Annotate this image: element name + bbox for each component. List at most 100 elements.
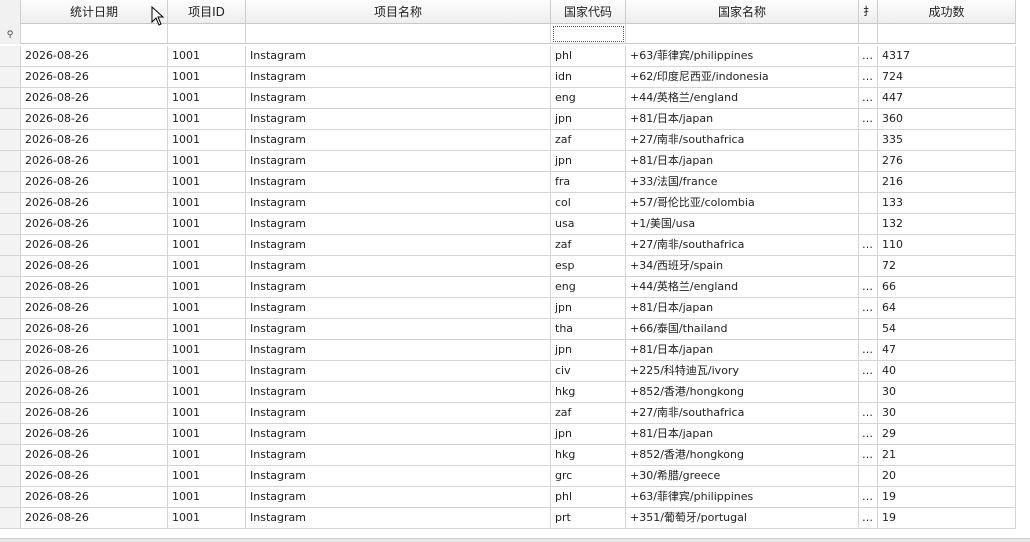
- cell-date[interactable]: 2026-08-26: [21, 382, 168, 403]
- cell-country-name[interactable]: +852/香港/hongkong: [626, 445, 859, 466]
- filter-cell-truncated[interactable]: [859, 24, 878, 44]
- cell-project-name[interactable]: Instagram: [246, 46, 551, 67]
- cell-success-count[interactable]: 64: [878, 298, 1016, 319]
- cell-project-name[interactable]: Instagram: [246, 172, 551, 193]
- cell-truncated[interactable]: [859, 466, 878, 487]
- cell-country-name[interactable]: +27/南非/southafrica: [626, 403, 859, 424]
- cell-project-id[interactable]: 1001: [168, 403, 246, 424]
- cell-truncated[interactable]: …: [859, 508, 878, 529]
- cell-project-name[interactable]: Instagram: [246, 445, 551, 466]
- cell-project-name[interactable]: Instagram: [246, 424, 551, 445]
- cell-truncated[interactable]: …: [859, 403, 878, 424]
- cell-country-name[interactable]: +63/菲律宾/philippines: [626, 487, 859, 508]
- cell-success-count[interactable]: 30: [878, 382, 1016, 403]
- table-row[interactable]: 2026-08-26 1001 Instagram tha +66/泰国/thailan…: [0, 319, 1016, 340]
- cell-truncated[interactable]: …: [859, 46, 878, 67]
- cell-truncated[interactable]: …: [859, 424, 878, 445]
- cell-country-code[interactable]: esp: [551, 256, 626, 277]
- row-indicator[interactable]: [0, 256, 21, 277]
- cell-country-name[interactable]: +27/南非/southafrica: [626, 235, 859, 256]
- cell-project-id[interactable]: 1001: [168, 67, 246, 88]
- cell-date[interactable]: 2026-08-26: [21, 172, 168, 193]
- table-row[interactable]: 2026-08-26 1001 Instagram usa +1/美国/usa 132: [0, 214, 1016, 235]
- cell-truncated[interactable]: [859, 172, 878, 193]
- table-row[interactable]: 2026-08-26 1001 Instagram phl +63/菲律宾/philip…: [0, 487, 1016, 508]
- cell-date[interactable]: 2026-08-26: [21, 298, 168, 319]
- column-header-success-count[interactable]: 成功数: [878, 0, 1016, 24]
- cell-project-name[interactable]: Instagram: [246, 151, 551, 172]
- cell-truncated[interactable]: [859, 193, 878, 214]
- cell-country-name[interactable]: +30/希腊/greece: [626, 466, 859, 487]
- cell-project-id[interactable]: 1001: [168, 466, 246, 487]
- cell-project-id[interactable]: 1001: [168, 382, 246, 403]
- cell-date[interactable]: 2026-08-26: [21, 256, 168, 277]
- row-indicator[interactable]: [0, 340, 21, 361]
- cell-truncated[interactable]: [859, 256, 878, 277]
- cell-country-code[interactable]: usa: [551, 214, 626, 235]
- cell-country-code[interactable]: zaf: [551, 130, 626, 151]
- row-indicator-header[interactable]: [0, 0, 21, 24]
- cell-country-code[interactable]: jpn: [551, 298, 626, 319]
- cell-project-id[interactable]: 1001: [168, 256, 246, 277]
- cell-country-name[interactable]: +1/美国/usa: [626, 214, 859, 235]
- table-row[interactable]: 2026-08-26 1001 Instagram zaf +27/南非/southaf…: [0, 235, 1016, 256]
- cell-country-name[interactable]: +351/葡萄牙/portugal: [626, 508, 859, 529]
- row-indicator[interactable]: [0, 319, 21, 340]
- cell-truncated[interactable]: …: [859, 109, 878, 130]
- cell-country-code[interactable]: zaf: [551, 235, 626, 256]
- row-indicator[interactable]: [0, 67, 21, 88]
- cell-truncated[interactable]: …: [859, 277, 878, 298]
- cell-truncated[interactable]: [859, 319, 878, 340]
- cell-project-id[interactable]: 1001: [168, 109, 246, 130]
- cell-date[interactable]: 2026-08-26: [21, 235, 168, 256]
- table-row[interactable]: 2026-08-26 1001 Instagram idn +62/印度尼西亚/indo…: [0, 67, 1016, 88]
- cell-project-id[interactable]: 1001: [168, 319, 246, 340]
- filter-cell-country-code[interactable]: [551, 24, 626, 44]
- cell-success-count[interactable]: 216: [878, 172, 1016, 193]
- column-header-date[interactable]: 统计日期: [21, 0, 168, 24]
- cell-success-count[interactable]: 360: [878, 109, 1016, 130]
- row-indicator[interactable]: [0, 130, 21, 151]
- cell-country-code[interactable]: phl: [551, 46, 626, 67]
- cell-country-name[interactable]: +81/日本/japan: [626, 340, 859, 361]
- column-header-project-name[interactable]: 项目名称: [246, 0, 551, 24]
- cell-project-name[interactable]: Instagram: [246, 235, 551, 256]
- row-indicator[interactable]: [0, 508, 21, 529]
- cell-project-name[interactable]: Instagram: [246, 508, 551, 529]
- table-row[interactable]: 2026-08-26 1001 Instagram phl +63/菲律宾/philip…: [0, 46, 1016, 67]
- cell-date[interactable]: 2026-08-26: [21, 508, 168, 529]
- column-header-country-name[interactable]: 国家名称: [626, 0, 859, 24]
- cell-country-code[interactable]: idn: [551, 67, 626, 88]
- cell-country-name[interactable]: +57/哥伦比亚/colombia: [626, 193, 859, 214]
- table-row[interactable]: 2026-08-26 1001 Instagram jpn +81/日本/japan… 3…: [0, 109, 1016, 130]
- cell-date[interactable]: 2026-08-26: [21, 109, 168, 130]
- cell-date[interactable]: 2026-08-26: [21, 277, 168, 298]
- filter-cell-date[interactable]: [21, 24, 168, 44]
- cell-country-name[interactable]: +852/香港/hongkong: [626, 382, 859, 403]
- cell-project-id[interactable]: 1001: [168, 46, 246, 67]
- cell-truncated[interactable]: …: [859, 361, 878, 382]
- cell-project-name[interactable]: Instagram: [246, 256, 551, 277]
- cell-project-id[interactable]: 1001: [168, 487, 246, 508]
- cell-project-id[interactable]: 1001: [168, 214, 246, 235]
- cell-project-name[interactable]: Instagram: [246, 382, 551, 403]
- cell-truncated[interactable]: …: [859, 88, 878, 109]
- cell-date[interactable]: 2026-08-26: [21, 319, 168, 340]
- cell-truncated[interactable]: …: [859, 235, 878, 256]
- cell-success-count[interactable]: 19: [878, 487, 1016, 508]
- row-indicator[interactable]: [0, 46, 21, 67]
- row-indicator[interactable]: [0, 403, 21, 424]
- filter-cell-country-name[interactable]: [626, 24, 859, 44]
- cell-country-name[interactable]: +44/英格兰/england: [626, 88, 859, 109]
- row-indicator[interactable]: [0, 214, 21, 235]
- row-indicator[interactable]: [0, 193, 21, 214]
- cell-project-id[interactable]: 1001: [168, 424, 246, 445]
- cell-country-code[interactable]: hkg: [551, 445, 626, 466]
- cell-date[interactable]: 2026-08-26: [21, 403, 168, 424]
- cell-success-count[interactable]: 72: [878, 256, 1016, 277]
- cell-country-name[interactable]: +81/日本/japan: [626, 298, 859, 319]
- cell-country-code[interactable]: grc: [551, 466, 626, 487]
- cell-country-code[interactable]: eng: [551, 277, 626, 298]
- table-row[interactable]: 2026-08-26 1001 Instagram jpn +81/日本/japan 27…: [0, 151, 1016, 172]
- cell-project-id[interactable]: 1001: [168, 361, 246, 382]
